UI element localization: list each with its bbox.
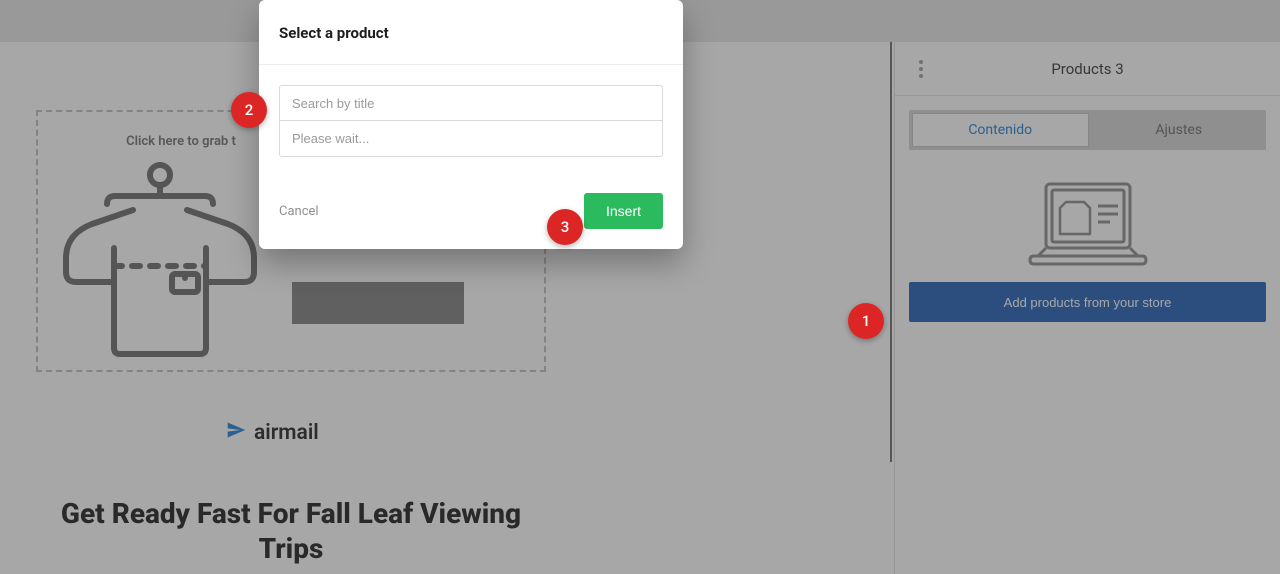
- results-loading-input[interactable]: [279, 121, 663, 157]
- app-stage: Click here to grab t: [0, 0, 1280, 574]
- step-badge-2: 2: [231, 92, 267, 128]
- modal-title: Select a product: [279, 24, 663, 42]
- modal-footer: Cancel Insert: [259, 163, 683, 249]
- select-product-modal: Select a product Cancel Insert: [259, 0, 683, 249]
- cancel-button[interactable]: Cancel: [279, 204, 319, 219]
- search-input[interactable]: [279, 85, 663, 121]
- step-badge-1: 1: [848, 303, 884, 339]
- modal-body: [259, 65, 683, 163]
- modal-header: Select a product: [259, 0, 683, 65]
- step-badge-3: 3: [547, 209, 583, 245]
- insert-button[interactable]: Insert: [584, 193, 663, 229]
